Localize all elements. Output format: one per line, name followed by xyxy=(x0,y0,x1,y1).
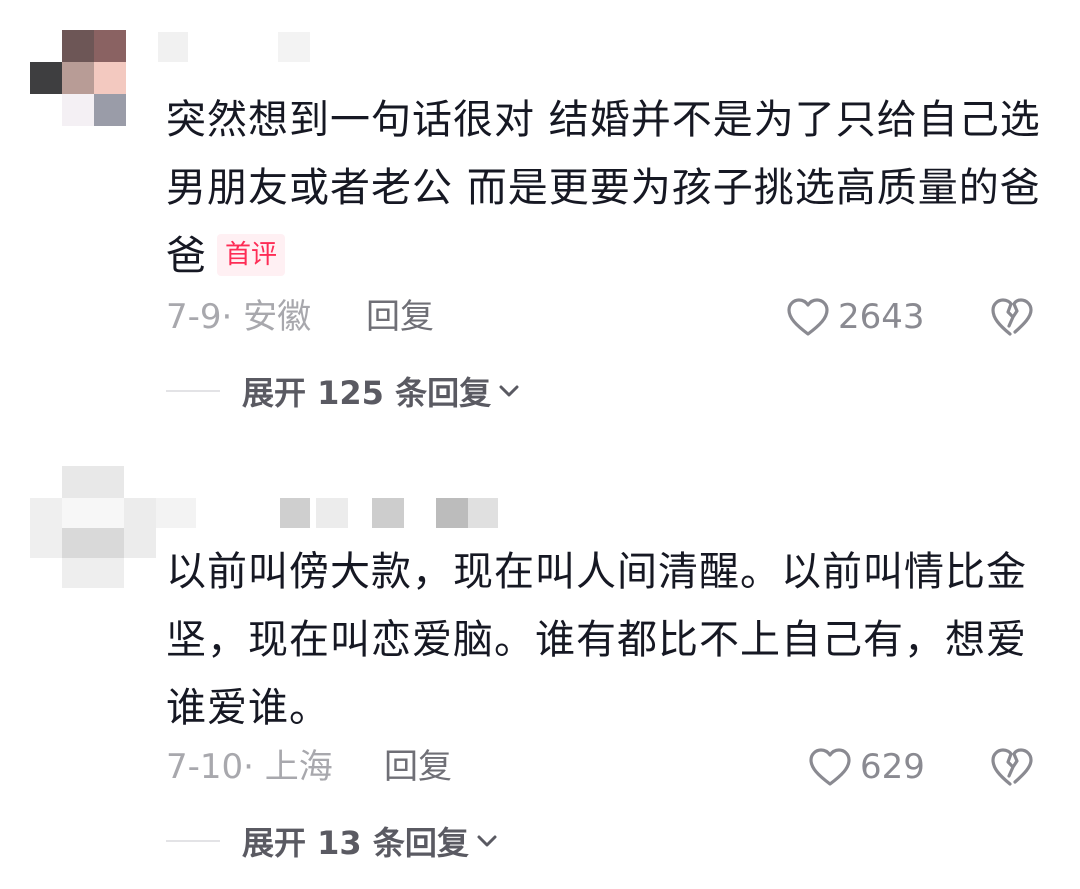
heart-outline-icon xyxy=(787,298,829,336)
comment-content: 突然想到一句话很对 结婚并不是为了只给自己选男朋友或者老公 而是更要为孩子挑选高… xyxy=(166,97,1041,279)
comment-item: 突然想到一句话很对 结婚并不是为了只给自己选男朋友或者老公 而是更要为孩子挑选高… xyxy=(0,0,1080,440)
divider-line xyxy=(166,390,220,392)
comment-location: 安徽 xyxy=(243,297,312,337)
meta-separator: · xyxy=(221,297,233,337)
expand-replies-label: 展开 13 条回复 xyxy=(242,824,469,862)
heart-outline-icon xyxy=(809,748,851,786)
expand-replies-button[interactable]: 展开 125 条回复 xyxy=(166,366,521,416)
broken-heart-icon[interactable] xyxy=(990,746,1034,788)
meta-separator: · xyxy=(243,747,254,787)
chevron-down-icon xyxy=(477,835,497,847)
like-count: 2643 xyxy=(838,297,925,337)
comment-item: 以前叫傍大款，现在叫人间清醒。以前叫情比金坚，现在叫恋爱脑。谁有都比不上自己有，… xyxy=(0,440,1080,889)
like-button[interactable]: 629 xyxy=(808,742,925,792)
comment-meta: 7-9· 安徽 xyxy=(166,292,311,342)
like-count: 629 xyxy=(860,747,925,787)
avatar[interactable] xyxy=(30,30,126,126)
username[interactable] xyxy=(158,32,318,62)
comment-location: 上海 xyxy=(264,747,333,787)
comment-content: 以前叫傍大款，现在叫人间清醒。以前叫情比金坚，现在叫恋爱脑。谁有都比不上自己有，… xyxy=(166,549,1027,731)
comment-meta: 7-10· 上海 xyxy=(166,742,333,792)
like-button[interactable]: 2643 xyxy=(786,292,925,342)
expand-replies-button[interactable]: 展开 13 条回复 xyxy=(166,816,499,866)
reply-button[interactable]: 回复 xyxy=(366,292,434,342)
divider-line xyxy=(166,840,220,842)
reply-button[interactable]: 回复 xyxy=(384,742,452,792)
first-comment-badge: 首评 xyxy=(217,234,286,276)
avatar[interactable] xyxy=(30,466,156,592)
chevron-down-icon xyxy=(499,385,519,397)
comment-date: 7-10 xyxy=(166,747,244,787)
username[interactable] xyxy=(156,498,506,528)
comment-text: 突然想到一句话很对 结婚并不是为了只给自己选男朋友或者老公 而是更要为孩子挑选高… xyxy=(166,86,1046,290)
broken-heart-icon[interactable] xyxy=(990,296,1034,338)
comment-text: 以前叫傍大款，现在叫人间清醒。以前叫情比金坚，现在叫恋爱脑。谁有都比不上自己有，… xyxy=(166,538,1046,742)
expand-replies-label: 展开 125 条回复 xyxy=(242,374,492,412)
comment-date: 7-9 xyxy=(166,297,222,337)
